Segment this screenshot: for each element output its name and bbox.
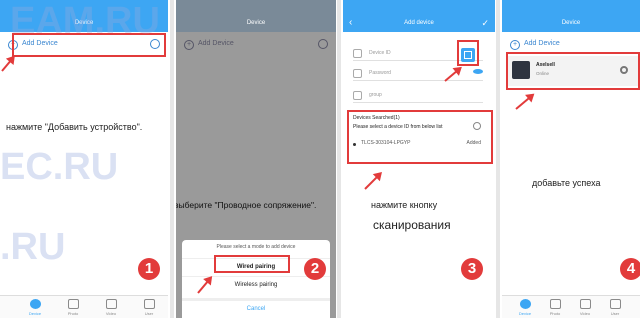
highlight-scan-button (457, 40, 479, 66)
caption-step-3-line2: сканирования (373, 218, 451, 232)
tab-video-label: Video (105, 311, 117, 316)
add-device-row: + Add Device (176, 36, 336, 54)
pointer-arrow (515, 94, 534, 110)
plus-icon: + (510, 40, 520, 50)
watermark-text-3: .RU (0, 226, 66, 268)
plus-icon: + (184, 40, 194, 50)
refresh-icon (318, 39, 328, 49)
tab-device[interactable]: Device (20, 299, 50, 316)
device-icon (29, 299, 41, 309)
tab-device[interactable]: Device (510, 299, 540, 316)
tab-device-label: Device (518, 311, 532, 316)
device-id-placeholder: Device ID (369, 50, 391, 56)
tab-user[interactable]: User (600, 299, 630, 316)
tab-user-label: User (144, 311, 154, 316)
panel2-header: Device (176, 14, 336, 32)
tab-device-label: Device (28, 311, 42, 316)
tab-bar: Device Photo Video User (0, 295, 168, 318)
pointer-arrow (364, 172, 382, 190)
watermark-text-2: EC.RU (0, 146, 119, 188)
tab-photo-label: Photo (67, 311, 79, 316)
confirm-icon[interactable]: ✓ (481, 14, 489, 32)
tab-video[interactable]: Video (96, 299, 126, 316)
video-icon (105, 299, 117, 309)
pointer-arrow (1, 56, 15, 72)
password-placeholder: Password (369, 70, 391, 76)
id-icon (353, 49, 362, 58)
sheet-title: Please select a mode to add device (216, 244, 296, 250)
device-icon (519, 299, 531, 309)
tab-photo[interactable]: Photo (540, 299, 570, 316)
photo-icon (67, 299, 79, 309)
panel3-title: Add device (404, 20, 434, 26)
status-bar (343, 0, 495, 14)
highlight-wired-pairing (214, 255, 290, 273)
photo-icon (549, 299, 561, 309)
highlight-devices-searched (347, 110, 493, 164)
tab-user[interactable]: User (134, 299, 164, 316)
caption-step-3-line1: нажмите кнопку (371, 200, 438, 210)
watermark-text-1: EAM.RU (10, 0, 160, 42)
tab-video[interactable]: Video (570, 299, 600, 316)
user-icon (143, 299, 155, 309)
step-badge-4: 4 (620, 258, 640, 280)
tab-user-label: User (610, 311, 620, 316)
user-icon (609, 299, 621, 309)
step-badge-1: 1 (138, 258, 160, 280)
group-field[interactable]: group (353, 88, 483, 103)
step-badge-2: 2 (304, 258, 326, 280)
tab-bar: Device Photo Video User (502, 295, 640, 318)
status-bar (176, 0, 336, 14)
caption-step-1: нажмите "Добавить устройство". (6, 122, 143, 132)
highlight-device-card (506, 52, 640, 90)
status-bar (502, 0, 640, 14)
divider (170, 0, 174, 318)
tab-photo[interactable]: Photo (58, 299, 88, 316)
step-badge-3: 3 (461, 258, 483, 280)
lock-icon (353, 69, 362, 78)
tab-video-label: Video (579, 311, 591, 316)
back-icon[interactable]: ‹ (349, 14, 352, 32)
panel-step-2: Device + Add Device выберите "Проводное … (176, 0, 336, 318)
video-icon (579, 299, 591, 309)
caption-step-2: выберите "Проводное сопряжение". (176, 200, 317, 210)
add-device-label: Add Device (198, 40, 234, 47)
add-device-label: Add Device (524, 40, 560, 47)
caption-step-4: добавьте успеха (532, 178, 601, 188)
group-placeholder: group (369, 92, 382, 98)
divider (337, 0, 341, 318)
group-icon (353, 91, 362, 100)
cancel-button[interactable]: Cancel (182, 298, 330, 317)
tab-photo-label: Photo (549, 311, 561, 316)
eye-icon[interactable] (473, 69, 483, 74)
panel-step-4: Device + Add Device Axelsell Online доба… (502, 0, 640, 318)
panel-step-3: ‹ Add device ✓ Device ID Password group … (343, 0, 495, 318)
panel3-header: ‹ Add device ✓ (343, 14, 495, 32)
divider (496, 0, 500, 318)
panel4-header: Device (502, 14, 640, 32)
